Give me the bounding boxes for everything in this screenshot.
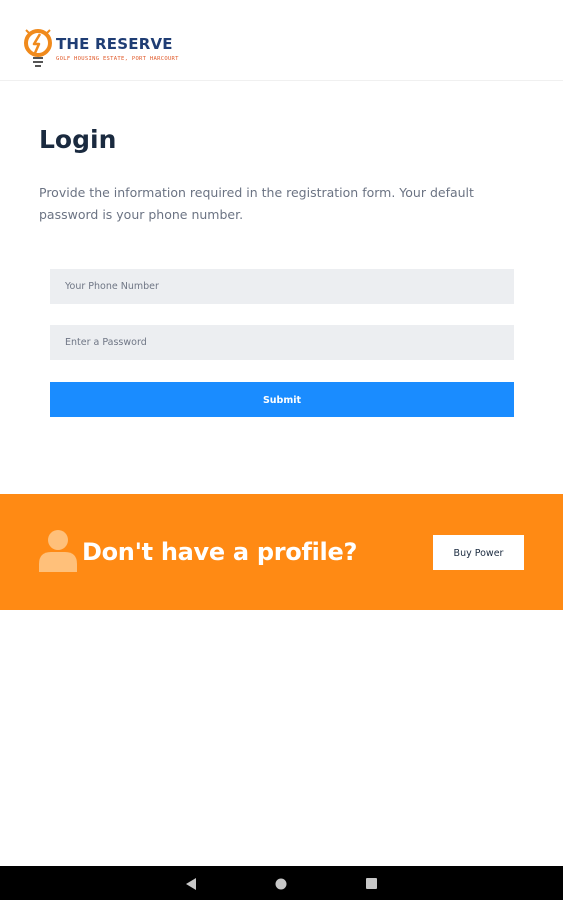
- login-screen: THE RESERVE GOLF HOUSING ESTATE, PORT HA…: [0, 0, 563, 900]
- logo-title: THE RESERVE: [56, 35, 173, 53]
- user-icon: [39, 530, 77, 572]
- logo-bulb-icon: [24, 29, 52, 67]
- recents-icon[interactable]: [366, 878, 377, 889]
- page-title: Login: [39, 125, 117, 154]
- password-input[interactable]: [50, 325, 514, 360]
- logo-subtitle: GOLF HOUSING ESTATE, PORT HARCOURT: [56, 56, 179, 62]
- back-icon[interactable]: [184, 877, 198, 891]
- buy-power-button[interactable]: Buy Power: [433, 535, 524, 570]
- home-icon[interactable]: [275, 878, 287, 890]
- logo[interactable]: THE RESERVE GOLF HOUSING ESTATE, PORT HA…: [22, 26, 178, 72]
- signup-banner: Don't have a profile? Buy Power: [0, 494, 563, 610]
- app-header: THE RESERVE GOLF HOUSING ESTATE, PORT HA…: [0, 0, 563, 81]
- no-profile-heading: Don't have a profile?: [82, 538, 358, 566]
- phone-number-input[interactable]: [50, 269, 514, 304]
- login-description: Provide the information required in the …: [39, 185, 474, 222]
- system-nav-bar: [0, 866, 563, 900]
- submit-button[interactable]: Submit: [50, 382, 514, 417]
